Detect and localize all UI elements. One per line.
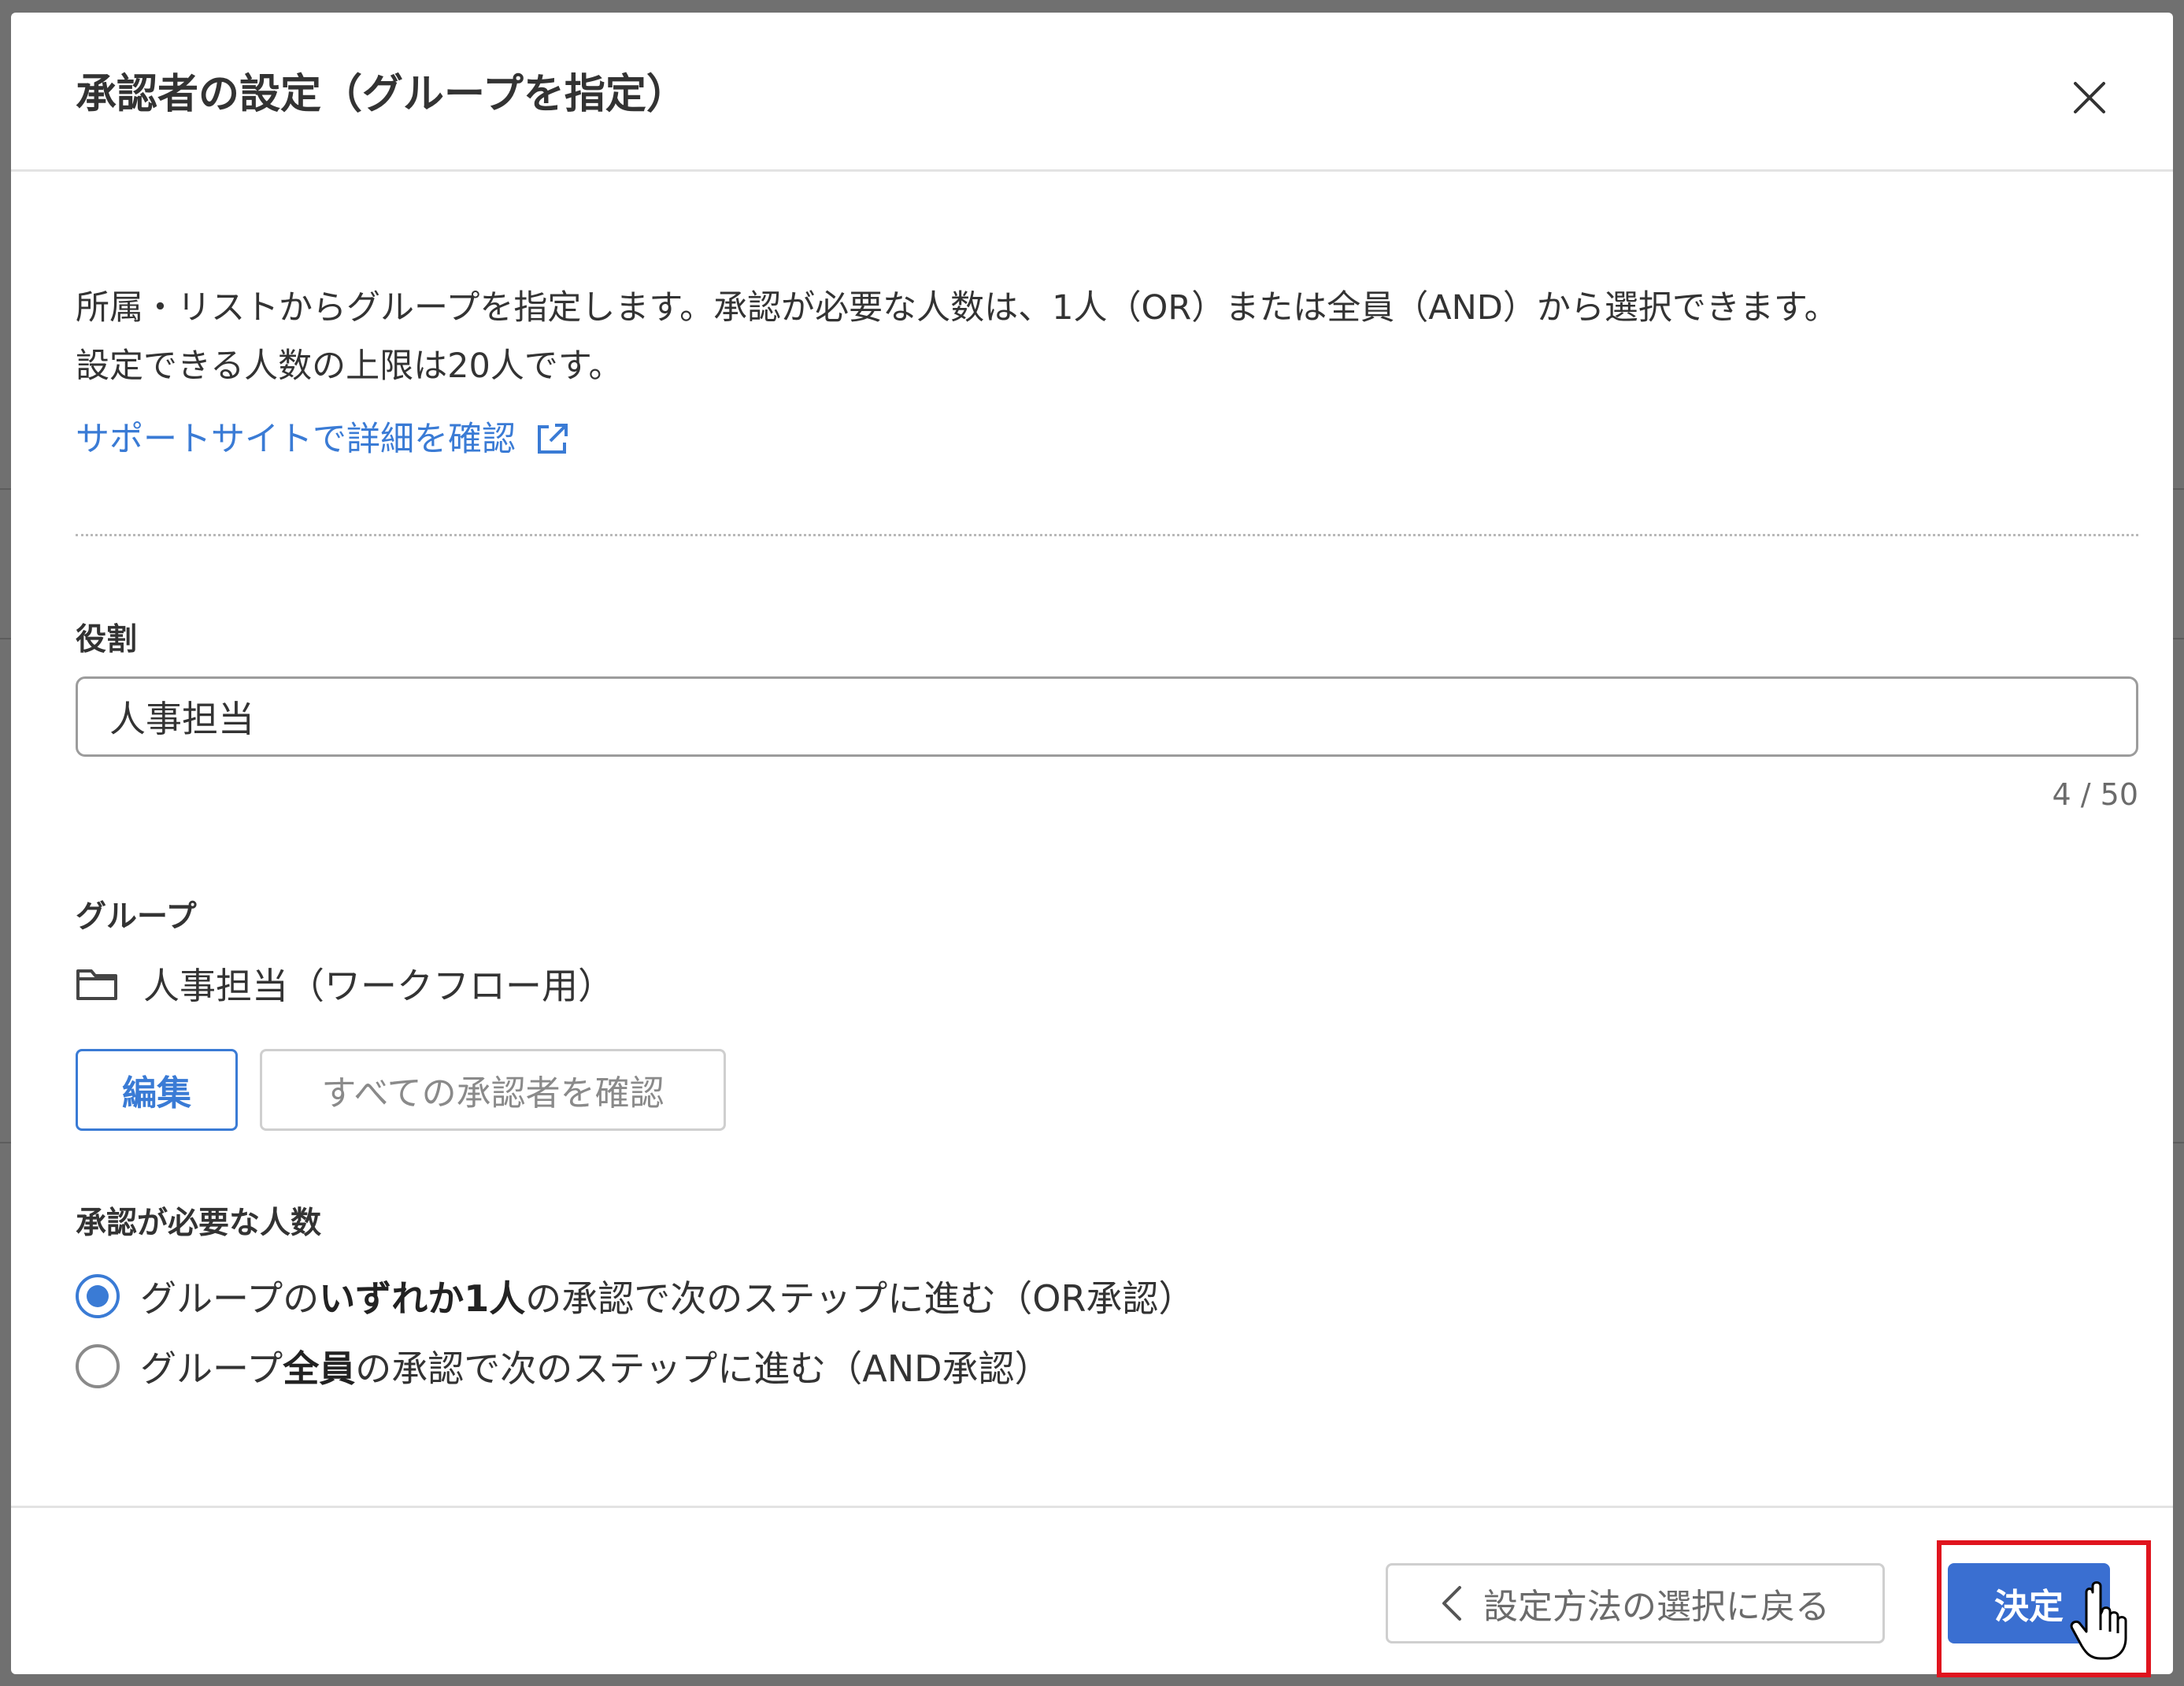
character-counter: 4 / 50 — [2052, 777, 2139, 812]
role-input[interactable] — [76, 676, 2138, 757]
radio-button[interactable] — [76, 1344, 120, 1388]
option-text: の承認で次のステップに進む（AND承認） — [355, 1347, 1051, 1390]
chevron-left-icon — [1442, 1586, 1461, 1621]
dialog-title: 承認者の設定（グループを指定） — [76, 71, 687, 118]
folder-icon — [76, 969, 117, 1000]
approver-settings-dialog: 承認者の設定（グループを指定） 所属・リストからグループを指定します。承認が必要… — [11, 13, 2173, 1677]
back-to-method-selection-button[interactable]: 設定方法の選択に戻る — [1386, 1563, 1885, 1643]
group-label: グループ — [76, 899, 197, 935]
option-text: グループ — [140, 1347, 283, 1390]
close-icon — [2074, 82, 2105, 113]
selected-group: 人事担当（ワークフロー用） — [76, 958, 614, 1010]
approval-count-label: 承認が必要な人数 — [76, 1206, 322, 1241]
dialog-header: 承認者の設定（グループを指定） — [11, 13, 2173, 172]
section-divider — [76, 534, 2138, 536]
hand-pointer-icon — [2070, 1581, 2127, 1660]
option-emphasis: 全員 — [283, 1347, 356, 1390]
back-button-label: 設定方法の選択に戻る — [1483, 1587, 1830, 1627]
edit-group-button[interactable]: 編集 — [76, 1049, 238, 1131]
option-emphasis: いずれか1人 — [319, 1277, 526, 1320]
dialog-footer: 設定方法の選択に戻る 決定 — [11, 1506, 2173, 1674]
radio-option-or[interactable]: グループのいずれか1人の承認で次のステップに進む（OR承認） — [76, 1269, 1194, 1324]
dialog-description: 所属・リストからグループを指定します。承認が必要な人数は、1人（OR）または全員… — [76, 279, 2138, 395]
option-text: の承認で次のステップに進む（OR承認） — [525, 1277, 1195, 1320]
group-name: 人事担当（ワークフロー用） — [143, 965, 614, 1007]
support-link-label: サポートサイトで詳細を確認 — [76, 420, 516, 459]
view-all-approvers-button[interactable]: すべての承認者を確認 — [260, 1049, 726, 1131]
description-line: 設定できる人数の上限は20人です。 — [76, 346, 623, 386]
option-text: グループの — [140, 1277, 320, 1320]
role-label: 役割 — [76, 622, 138, 658]
radio-option-label: グループ全員の承認で次のステップに進む（AND承認） — [140, 1340, 1051, 1392]
close-button[interactable] — [2058, 66, 2121, 129]
radio-button-selected[interactable] — [76, 1274, 120, 1318]
support-site-link[interactable]: サポートサイトで詳細を確認 — [76, 414, 571, 465]
external-link-icon — [538, 424, 568, 454]
radio-option-label: グループのいずれか1人の承認で次のステップに進む（OR承認） — [140, 1270, 1194, 1322]
description-line: 所属・リストからグループを指定します。承認が必要な人数は、1人（OR）または全員… — [76, 288, 1838, 328]
radio-option-and[interactable]: グループ全員の承認で次のステップに進む（AND承認） — [76, 1339, 1051, 1394]
